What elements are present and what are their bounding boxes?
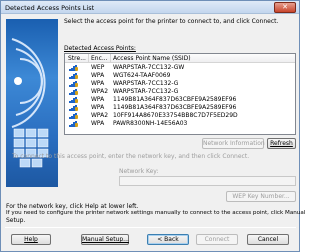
encryption-cell: WPA <box>91 104 105 111</box>
access-points-list[interactable]: Stre... Enc... Access Point Name (SSID) … <box>64 53 296 135</box>
access-points-label: Detected Access Points: <box>64 45 136 52</box>
title-bar: Detected Access Points List ✕ <box>1 1 299 14</box>
window-title: Detected Access Points List <box>5 4 95 12</box>
refresh-button[interactable]: Refresh <box>267 138 296 149</box>
network-key-label: Network Key: <box>119 168 159 175</box>
signal-waves-image <box>11 38 49 168</box>
encryption-cell: WPA2 <box>91 112 109 119</box>
help-button-label: Help <box>24 236 38 243</box>
list-item[interactable]: WPA WGT624-TAAF0069 <box>65 72 295 80</box>
footer-help-note: For the network key, click Help at lower… <box>6 203 139 210</box>
column-encryption[interactable]: Enc... <box>91 55 108 62</box>
footer-manual-note: If you need to configure the printer net… <box>6 210 306 216</box>
lock-icon <box>75 107 78 111</box>
list-item[interactable]: WPA2 WARPSTAR-7CC132-G <box>65 88 295 96</box>
list-item[interactable]: WPA WARPSTAR-7CC132-G <box>65 80 295 88</box>
ssid-cell: WARPSTAR-7CC132-GW <box>113 64 185 71</box>
ssid-cell: WARPSTAR-7CC132-G <box>113 88 179 95</box>
access-points-label-text: Detected Access Points: <box>64 45 136 52</box>
column-strength[interactable]: Stre... <box>68 55 86 62</box>
list-item[interactable]: WPA 1149B81A364F837D63CBFE9A2589EF96 <box>65 104 295 112</box>
encryption-cell: WPA <box>91 120 105 127</box>
manual-setup-button[interactable]: Manual Setup... <box>81 234 129 245</box>
connect-button[interactable]: Connect <box>196 234 238 245</box>
footer-manual-note-end: Setup. <box>6 217 26 224</box>
network-information-button[interactable]: Network Information <box>202 138 265 149</box>
column-ssid[interactable]: Access Point Name (SSID) <box>113 55 191 62</box>
lock-icon <box>75 99 78 103</box>
encryption-cell: WPA <box>91 72 105 79</box>
lock-icon <box>75 123 78 127</box>
dialog-window: Detected Access Points List ✕ Select the… <box>0 0 305 252</box>
refresh-button-label: Refresh <box>270 140 293 147</box>
encryption-cell: WPA <box>91 96 105 103</box>
encryption-cell: WPA <box>91 80 105 87</box>
encryption-cell: WEP <box>91 64 105 71</box>
lock-icon <box>75 75 78 79</box>
network-key-input[interactable] <box>119 176 296 186</box>
close-button[interactable]: ✕ <box>274 2 296 13</box>
back-button[interactable]: < Back <box>147 234 189 245</box>
ssid-cell: WGT624-TAAF0069 <box>113 72 171 79</box>
manual-setup-button-label: Manual Setup... <box>82 236 129 243</box>
back-button-label: < Back <box>157 236 179 243</box>
lock-icon <box>75 115 78 119</box>
encryption-cell: WPA2 <box>91 88 109 95</box>
instruction-text: Select the access point for the printer … <box>64 18 279 25</box>
ssid-cell: PAWR8300NH-14E56A03 <box>113 120 188 127</box>
list-item[interactable]: WPA PAWR8300NH-14E56A03 <box>65 120 295 128</box>
help-button[interactable]: Help <box>11 234 51 245</box>
ssid-cell: 1149B81A364F837D63CBFE9A2589EF96 <box>113 96 237 103</box>
list-header: Stre... Enc... Access Point Name (SSID) <box>65 54 295 63</box>
wep-key-number-button[interactable]: WEP Key Number... <box>226 191 296 202</box>
lock-icon <box>75 83 78 87</box>
lock-icon <box>75 91 78 95</box>
ssid-cell: 10FF914A8670E33754BB8C7D7F5ED29D <box>113 112 238 119</box>
wireless-illustration <box>6 19 58 187</box>
lock-icon <box>75 67 78 71</box>
divider <box>5 227 296 228</box>
close-icon: ✕ <box>282 3 288 11</box>
list-item[interactable]: WEP WARPSTAR-7CC132-GW <box>65 64 295 72</box>
list-item[interactable]: WPA 1149B81A364F837D63CBFE9A2589EF96 <box>65 96 295 104</box>
ssid-cell: WARPSTAR-7CC132-G <box>113 80 179 87</box>
cancel-button[interactable]: Cancel <box>247 234 289 245</box>
ssid-cell: 1149B81A364F837D63CBFE9A2589EF96 <box>113 104 237 111</box>
list-item[interactable]: WPA2 10FF914A8670E33754BB8C7D7F5ED29D <box>65 112 295 120</box>
connect-note: To connect to this access point, enter t… <box>12 153 250 160</box>
